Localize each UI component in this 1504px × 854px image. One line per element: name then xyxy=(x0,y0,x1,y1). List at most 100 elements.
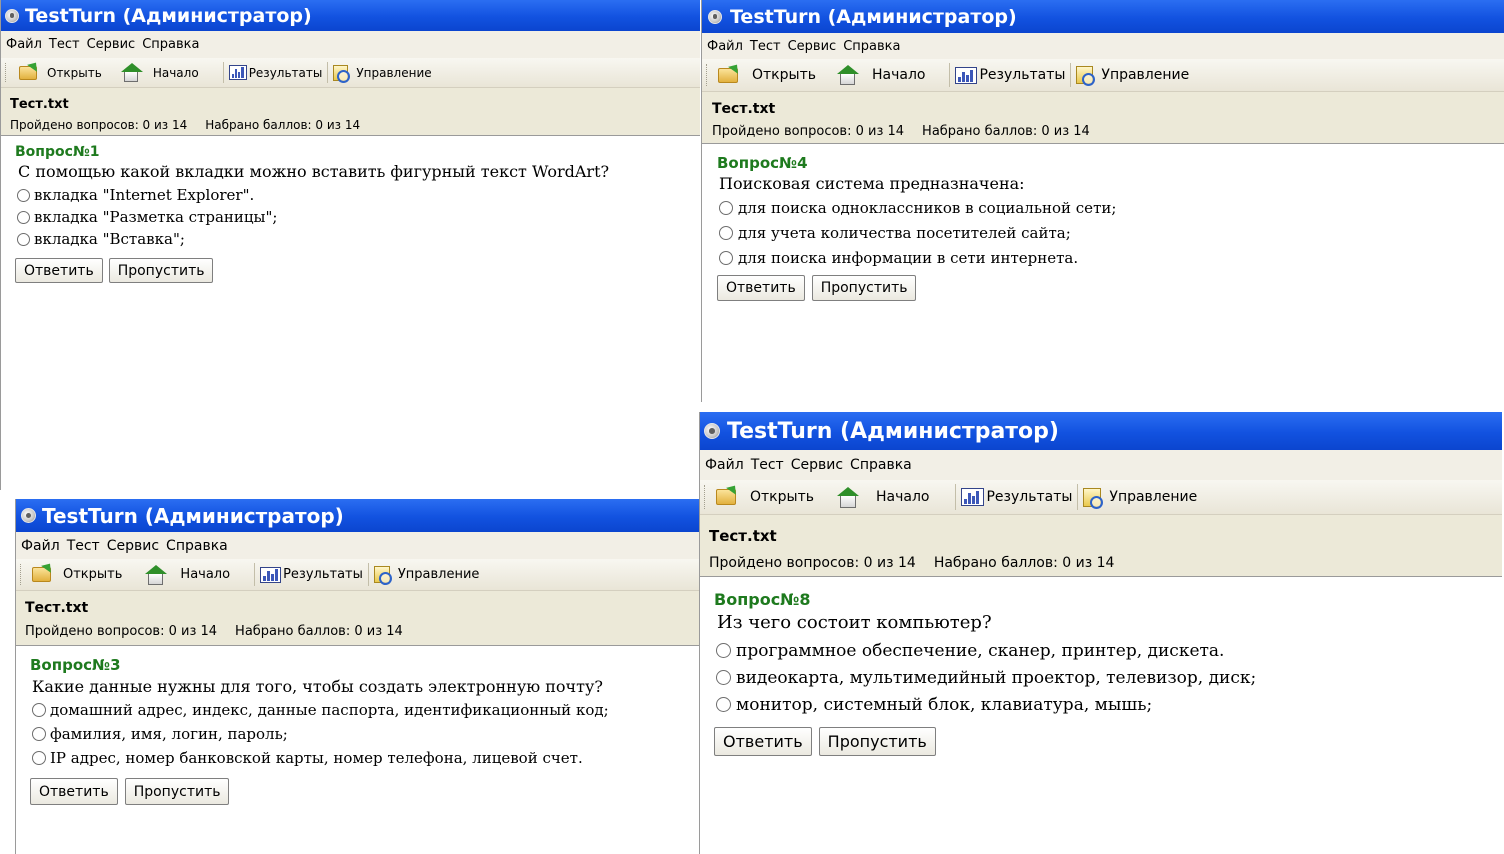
answer-button[interactable]: Ответить xyxy=(714,727,812,756)
menu-help[interactable]: Справка xyxy=(166,538,228,554)
manage-label: Управление xyxy=(397,567,480,582)
menu-bar: Файл Тест Сервис Справка xyxy=(16,532,699,559)
toolbar-grip[interactable] xyxy=(5,63,9,82)
menu-test[interactable]: Тест xyxy=(750,39,781,54)
radio-button[interactable] xyxy=(719,250,733,265)
chart-icon xyxy=(228,65,247,80)
toolbar-separator xyxy=(1077,484,1079,510)
home-label: Начало xyxy=(180,567,231,582)
menu-test[interactable]: Тест xyxy=(49,37,80,52)
radio-button[interactable] xyxy=(716,697,731,712)
answer-option-1[interactable]: вкладка "Internet Explorer". xyxy=(17,184,700,206)
score-progress: Набрано баллов: 0 из 14 xyxy=(205,118,361,132)
results-label: Результаты xyxy=(283,567,363,582)
toolbar-separator xyxy=(222,62,224,83)
manage-button[interactable]: Управление xyxy=(373,566,480,585)
menu-file[interactable]: Файл xyxy=(6,37,42,52)
toolbar-grip[interactable] xyxy=(20,564,24,585)
menu-service[interactable]: Сервис xyxy=(788,39,837,54)
answer-option-1[interactable]: программное обеспечение, сканер, принтер… xyxy=(716,637,1502,664)
menu-file[interactable]: Файл xyxy=(707,39,743,54)
folder-open-icon xyxy=(718,67,738,83)
answer-option-3[interactable]: вкладка "Вставка"; xyxy=(17,228,700,250)
test-stats: Пройдено вопросов: 0 из 14 Набрано баллов… xyxy=(709,555,1502,571)
results-button[interactable]: Результаты xyxy=(228,65,322,80)
menu-help[interactable]: Справка xyxy=(843,39,900,54)
menu-help[interactable]: Справка xyxy=(142,37,199,52)
skip-button[interactable]: Пропустить xyxy=(811,275,917,301)
home-button[interactable]: Начало xyxy=(144,564,231,585)
answer-option-2[interactable]: фамилия, имя, логин, пароль; xyxy=(32,722,699,746)
radio-button[interactable] xyxy=(17,188,30,202)
open-label: Открыть xyxy=(750,489,814,505)
test-info-panel: Тест.txt Пройдено вопросов: 0 из 14 Набра… xyxy=(700,515,1502,577)
results-button[interactable]: Результаты xyxy=(955,66,1066,84)
toolbar: Открыть Начало Результаты Управление xyxy=(1,58,700,88)
answer-option-1[interactable]: для поиска одноклассников в социальной с… xyxy=(719,195,1504,220)
manage-button[interactable]: Управление xyxy=(1083,487,1197,509)
home-label: Начало xyxy=(875,489,930,505)
toolbar: Открыть Начало Результаты Управление xyxy=(702,59,1504,92)
question-panel: Вопрос№1 С помощью какой вкладки можно в… xyxy=(1,136,700,283)
menu-help[interactable]: Справка xyxy=(850,457,912,473)
answer-option-2[interactable]: для учета количества посетителей сайта; xyxy=(719,220,1504,245)
answer-option-3[interactable]: IP адрес, номер банковской карты, номер … xyxy=(32,746,699,770)
open-label: Открыть xyxy=(752,67,816,83)
answer-option-3[interactable]: для поиска информации в сети интернета. xyxy=(719,245,1504,270)
menu-test[interactable]: Тест xyxy=(67,538,100,554)
title-bar: TestTurn (Администратор) xyxy=(702,0,1504,33)
results-label: Результаты xyxy=(979,67,1066,83)
radio-button[interactable] xyxy=(716,643,731,658)
menu-file[interactable]: Файл xyxy=(705,457,744,473)
radio-button[interactable] xyxy=(32,727,46,741)
toolbar-separator xyxy=(367,563,369,586)
open-label: Открыть xyxy=(47,65,102,80)
menu-service[interactable]: Сервис xyxy=(87,37,136,52)
answer-button[interactable]: Ответить xyxy=(30,778,118,805)
answer-option-2[interactable]: вкладка "Разметка страницы"; xyxy=(17,206,700,228)
toolbar-grip[interactable] xyxy=(706,64,710,86)
open-button[interactable]: Открыть xyxy=(718,67,816,83)
window-title: TestTurn (Администратор) xyxy=(730,5,1017,28)
manage-button[interactable]: Управление xyxy=(333,64,432,83)
answer-option-1[interactable]: домашний адрес, индекс, данные паспорта,… xyxy=(32,698,699,722)
skip-button[interactable]: Пропустить xyxy=(818,727,936,756)
radio-button[interactable] xyxy=(719,200,733,215)
menu-file[interactable]: Файл xyxy=(21,538,60,554)
home-button[interactable]: Начало xyxy=(836,486,929,508)
home-button[interactable]: Начало xyxy=(120,63,199,82)
questions-progress: Пройдено вопросов: 0 из 14 xyxy=(10,118,188,132)
skip-button[interactable]: Пропустить xyxy=(108,258,214,283)
test-stats: Пройдено вопросов: 0 из 14 Набрано баллов… xyxy=(712,124,1504,139)
home-button[interactable]: Начало xyxy=(836,65,925,85)
window-title: TestTurn (Администратор) xyxy=(727,418,1059,444)
answer-option-3[interactable]: монитор, системный блок, клавиатура, мыш… xyxy=(716,691,1502,718)
test-stats: Пройдено вопросов: 0 из 14 Набрано баллов… xyxy=(25,624,699,639)
radio-button[interactable] xyxy=(32,703,46,717)
toolbar-separator xyxy=(254,563,256,586)
answer-button[interactable]: Ответить xyxy=(717,275,805,301)
answer-button[interactable]: Ответить xyxy=(15,258,103,283)
results-button[interactable]: Результаты xyxy=(961,488,1072,506)
folder-open-icon xyxy=(19,65,37,80)
answer-option-2[interactable]: видеокарта, мультимедийный проектор, тел… xyxy=(716,664,1502,691)
manage-button[interactable]: Управление xyxy=(1076,66,1189,86)
radio-button[interactable] xyxy=(719,225,733,240)
toolbar-grip[interactable] xyxy=(704,485,708,509)
question-text: С помощью какой вкладки можно вставить ф… xyxy=(18,162,610,181)
open-button[interactable]: Открыть xyxy=(32,567,122,582)
skip-button[interactable]: Пропустить xyxy=(124,778,230,805)
radio-button[interactable] xyxy=(17,232,30,246)
results-button[interactable]: Результаты xyxy=(260,566,363,583)
open-label: Открыть xyxy=(63,567,123,582)
menu-service[interactable]: Сервис xyxy=(107,538,159,554)
radio-button[interactable] xyxy=(17,210,30,224)
radio-button[interactable] xyxy=(32,751,46,765)
menu-service[interactable]: Сервис xyxy=(791,457,843,473)
testturn-window-question-4: TestTurn (Администратор) Файл Тест Серви… xyxy=(701,0,1504,402)
open-button[interactable]: Открыть xyxy=(716,489,814,505)
menu-test[interactable]: Тест xyxy=(751,457,784,473)
open-button[interactable]: Открыть xyxy=(19,65,102,80)
toolbar: Открыть Начало Результаты Управление xyxy=(700,480,1502,515)
radio-button[interactable] xyxy=(716,670,731,685)
